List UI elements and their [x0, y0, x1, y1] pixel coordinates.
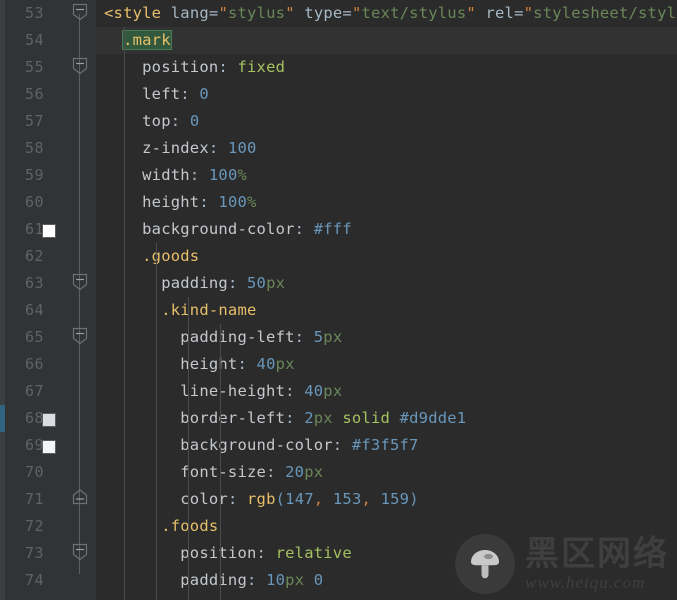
code-line[interactable]: <style lang="stylus" type="text/stylus" … [96, 0, 677, 27]
line-number: 68 [24, 409, 44, 427]
gutter-row[interactable]: 67 [0, 378, 96, 405]
code-line[interactable]: width: 100% [96, 162, 677, 189]
indent-guide [124, 27, 125, 600]
gutter-row[interactable]: 61 [0, 216, 96, 243]
line-number: 58 [24, 139, 44, 157]
color-swatch-icon[interactable] [42, 440, 56, 454]
gutter-row[interactable]: 69 [0, 432, 96, 459]
gutter-row[interactable]: 68 [0, 405, 96, 432]
gutter-row[interactable]: 53 [0, 0, 96, 27]
code-line[interactable]: line-height: 40px [96, 378, 677, 405]
gutter-row[interactable]: 57 [0, 108, 96, 135]
code-line[interactable]: height: 100% [96, 189, 677, 216]
fold-collapse-icon[interactable] [72, 57, 88, 75]
indent-guide [156, 243, 157, 600]
gutter-row[interactable]: 73 [0, 540, 96, 567]
code-line[interactable]: padding: 50px [96, 270, 677, 297]
code-line[interactable]: .goods [96, 243, 677, 270]
gutter-row[interactable]: 63 [0, 270, 96, 297]
line-number: 61 [24, 220, 44, 238]
gutter-row[interactable]: 70 [0, 459, 96, 486]
code-line[interactable]: height: 40px [96, 351, 677, 378]
line-number: 54 [24, 31, 44, 49]
code-line[interactable]: top: 0 [96, 108, 677, 135]
fold-collapse-icon[interactable] [72, 543, 88, 561]
fold-collapse-icon[interactable] [72, 273, 88, 291]
code-line[interactable]: .foods [96, 513, 677, 540]
gutter-row[interactable]: 66 [0, 351, 96, 378]
gutter-row[interactable]: 62 [0, 243, 96, 270]
code-line[interactable]: position: relative [96, 540, 677, 567]
gutter-row[interactable]: 55 [0, 54, 96, 81]
gutter-row[interactable]: 74 [0, 567, 96, 594]
vcs-change-strip [0, 0, 5, 600]
line-number: 57 [24, 112, 44, 130]
line-number: 59 [24, 166, 44, 184]
line-number: 67 [24, 382, 44, 400]
line-number: 74 [24, 571, 44, 589]
code-line[interactable]: left: 0 [96, 81, 677, 108]
indent-guide [220, 324, 221, 600]
line-number: 71 [24, 490, 44, 508]
code-line[interactable]: padding: 10px 0 [96, 567, 677, 594]
indent-guide [188, 297, 189, 600]
code-line[interactable]: font-size: 20px [96, 459, 677, 486]
code-line[interactable]: position: fixed [96, 54, 677, 81]
gutter-row[interactable]: 56 [0, 81, 96, 108]
gutter-row[interactable]: 54 [0, 27, 96, 54]
gutter-row[interactable]: 65 [0, 324, 96, 351]
code-line[interactable]: padding-left: 5px [96, 324, 677, 351]
gutter-row[interactable]: 64 [0, 297, 96, 324]
fold-collapse-icon[interactable] [72, 3, 88, 21]
gutter-row[interactable]: 72 [0, 513, 96, 540]
editor-code-area[interactable]: <style lang="stylus" type="text/stylus" … [96, 0, 677, 600]
color-swatch-icon[interactable] [42, 224, 56, 238]
code-line[interactable]: z-index: 100 [96, 135, 677, 162]
editor-gutter[interactable]: 53 54 55 56 57 58 59 60 61 62 63 64 65 66 67 68 69 70 71 72… [0, 0, 96, 600]
vcs-changed-line-marker[interactable] [0, 405, 5, 432]
gutter-row[interactable]: 71 [0, 486, 96, 513]
code-line[interactable]: border-left: 2px solid #d9dde1 [96, 405, 677, 432]
code-line[interactable]: .kind-name [96, 297, 677, 324]
code-line[interactable]: color: rgb(147, 153, 159) [96, 486, 677, 513]
line-number: 69 [24, 436, 44, 454]
code-line[interactable]: .mark [96, 27, 677, 54]
line-number: 65 [24, 328, 44, 346]
fold-expand-icon[interactable] [72, 489, 88, 505]
code-editor[interactable]: 53 54 55 56 57 58 59 60 61 62 63 64 65 66 67 68 69 70 71 72… [0, 0, 677, 600]
code-line[interactable]: background-color: #fff [96, 216, 677, 243]
line-number: 66 [24, 355, 44, 373]
line-number: 72 [24, 517, 44, 535]
line-number: 73 [24, 544, 44, 562]
line-number: 53 [24, 4, 44, 22]
code-line[interactable]: background-color: #f3f5f7 [96, 432, 677, 459]
line-number: 62 [24, 247, 44, 265]
fold-collapse-icon[interactable] [72, 327, 88, 345]
line-number: 60 [24, 193, 44, 211]
gutter-row[interactable]: 58 [0, 135, 96, 162]
line-number: 56 [24, 85, 44, 103]
color-swatch-icon[interactable] [42, 413, 56, 427]
line-number: 63 [24, 274, 44, 292]
gutter-row[interactable]: 60 [0, 189, 96, 216]
gutter-row[interactable]: 59 [0, 162, 96, 189]
line-number: 70 [24, 463, 44, 481]
line-number: 64 [24, 301, 44, 319]
line-number: 55 [24, 58, 44, 76]
